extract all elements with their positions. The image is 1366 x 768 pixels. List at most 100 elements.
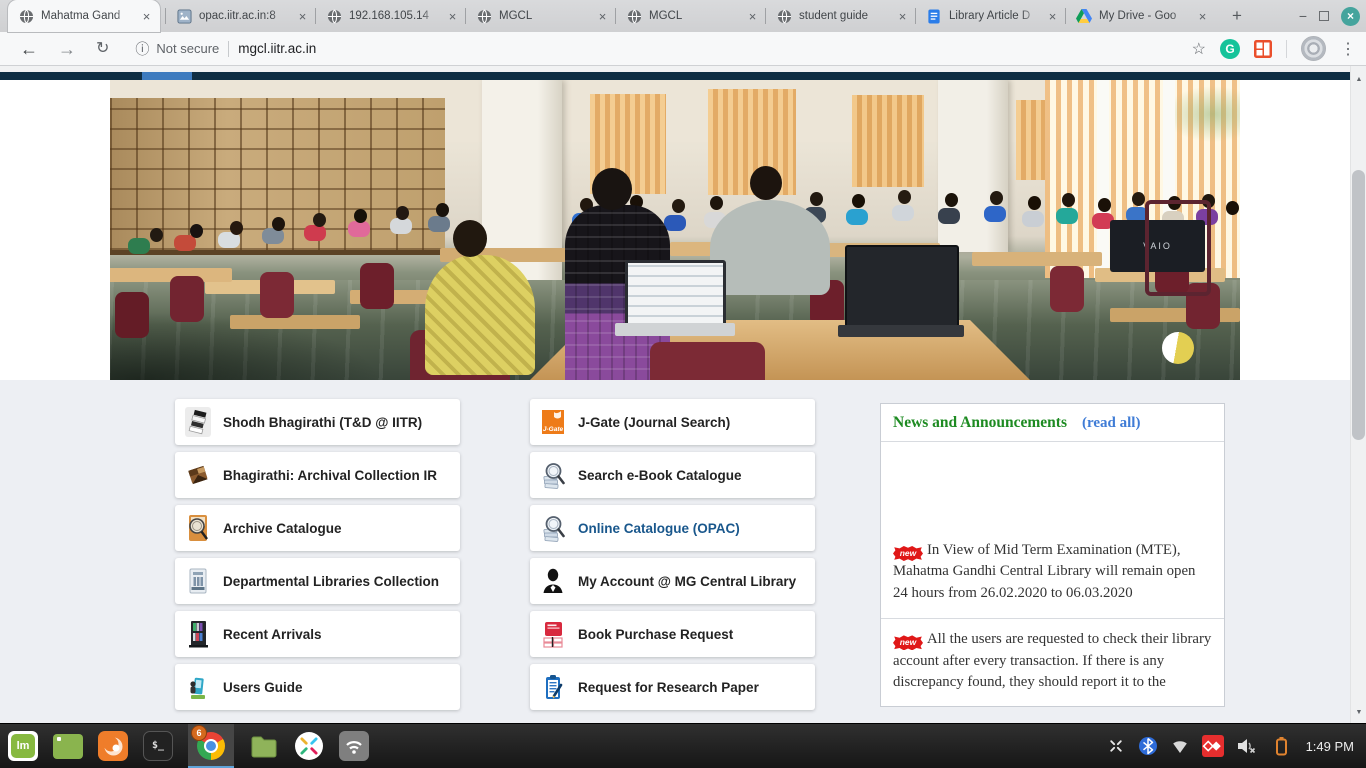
tab-mgcl-2[interactable]: MGCL ×: [616, 0, 766, 32]
address-bar-url[interactable]: mgcl.iitr.ac.in: [238, 41, 316, 56]
news-title: News and Announcements: [893, 414, 1067, 432]
slack-tray-icon[interactable]: [1106, 736, 1126, 756]
quick-link-recent-arrivals[interactable]: Recent Arrivals: [175, 611, 460, 657]
file-manager-icon[interactable]: [249, 732, 279, 760]
gdocs-icon: [926, 8, 942, 24]
tab-close-icon[interactable]: ×: [745, 9, 760, 24]
photo-empty-chair: [1145, 200, 1211, 296]
tab-close-icon[interactable]: ×: [295, 9, 310, 24]
quick-link-departmental-libraries[interactable]: Departmental Libraries Collection: [175, 558, 460, 604]
bookmark-star-icon[interactable]: ☆: [1192, 39, 1206, 59]
tab-close-icon[interactable]: ×: [895, 9, 910, 24]
taskbar-clock[interactable]: 1:49 PM: [1306, 739, 1354, 754]
url-separator: [228, 41, 229, 57]
volume-muted-icon[interactable]: [1236, 735, 1258, 757]
site-nav-bar[interactable]: [0, 72, 1350, 80]
chrome-taskbar-active[interactable]: 6: [188, 724, 234, 768]
tab-close-icon[interactable]: ×: [445, 9, 460, 24]
quick-link-opac[interactable]: Online Catalogue (OPAC): [530, 505, 815, 551]
forward-icon[interactable]: →: [58, 34, 76, 64]
user-icon: [540, 566, 566, 596]
scrollbar-up-icon[interactable]: ▲: [1351, 72, 1366, 88]
photo-student-head: [453, 220, 487, 257]
news-panel: News and Announcements (read all) newIn …: [880, 403, 1225, 707]
back-icon[interactable]: ←: [20, 34, 38, 64]
battery-icon[interactable]: [1270, 735, 1292, 757]
slack-icon[interactable]: [294, 731, 324, 761]
tab-library-article[interactable]: Library Article D ×: [916, 0, 1066, 32]
scrollbar-thumb[interactable]: [1352, 170, 1365, 440]
scrollbar-down-icon[interactable]: ▼: [1351, 705, 1366, 721]
news-item-text: In View of Mid Term Examination (MTE), M…: [893, 542, 1195, 601]
news-item-text: All the users are requested to check the…: [893, 631, 1211, 690]
news-header: News and Announcements (read all): [881, 404, 1224, 442]
site-nav-active-item[interactable]: [142, 72, 192, 80]
red-book-icon: [540, 619, 566, 649]
tab-student-guide[interactable]: student guide ×: [766, 0, 916, 32]
wifi-signal-icon[interactable]: [1170, 737, 1190, 755]
page-viewport: VAIO Shodh Bhagirathi (T&D @ IITR) Bhagi…: [0, 66, 1366, 723]
page-scrollbar[interactable]: ▲ ▼: [1350, 66, 1366, 723]
tab-my-drive[interactable]: My Drive - Goo ×: [1066, 0, 1216, 32]
archive-box-icon: [185, 460, 211, 490]
anydesk-icon[interactable]: [1202, 735, 1224, 757]
quick-link-book-purchase[interactable]: Book Purchase Request: [530, 611, 815, 657]
tab-opac[interactable]: opac.iitr.ac.in:8 ×: [166, 0, 316, 32]
quick-link-archive-catalogue[interactable]: Archive Catalogue: [175, 505, 460, 551]
restore-icon[interactable]: [1319, 11, 1329, 21]
firefox-icon[interactable]: [98, 731, 128, 761]
quick-link-ebook-catalogue[interactable]: Search e-Book Catalogue: [530, 452, 815, 498]
browser-toolbar: ← → ↻ ⓘ Not secure mgcl.iitr.ac.in ☆ G ⋮: [0, 32, 1366, 66]
globe-icon: [476, 8, 492, 24]
mint-menu-icon[interactable]: lm: [8, 731, 38, 761]
quick-link-jgate[interactable]: J-Gate J-Gate (Journal Search): [530, 399, 815, 445]
window-close-icon[interactable]: ×: [1341, 7, 1360, 26]
tab-title: student guide: [799, 10, 891, 22]
tab-close-icon[interactable]: ×: [595, 9, 610, 24]
quick-link-research-paper[interactable]: Request for Research Paper: [530, 664, 815, 710]
new-tab-button[interactable]: +: [1224, 5, 1250, 27]
bluetooth-icon[interactable]: [1138, 736, 1158, 756]
tab-close-icon[interactable]: ×: [139, 9, 154, 24]
browser-menu-icon[interactable]: ⋮: [1340, 39, 1356, 59]
quick-link-my-account[interactable]: My Account @ MG Central Library: [530, 558, 815, 604]
terminal-icon[interactable]: $_: [143, 731, 173, 761]
globe-icon: [626, 8, 642, 24]
quick-link-bhagirathi-archival[interactable]: Bhagirathi: Archival Collection IR: [175, 452, 460, 498]
tab-title: 192.168.105.14: [349, 10, 441, 22]
tab-close-icon[interactable]: ×: [1045, 9, 1060, 24]
read-all-link[interactable]: (read all): [1082, 415, 1140, 432]
chrome-badge: 6: [191, 725, 207, 741]
photo-student-head: [592, 168, 632, 210]
tab-title: Mahatma Gand: [41, 10, 135, 22]
browser-tab-strip: Mahatma Gand × opac.iitr.ac.in:8 × 192.1…: [0, 0, 1366, 32]
minimize-icon[interactable]: −: [1299, 9, 1307, 23]
quick-link-label: Users Guide: [223, 680, 303, 695]
quick-link-label: Archive Catalogue: [223, 521, 342, 536]
show-desktop-icon[interactable]: [53, 734, 83, 759]
tab-close-icon[interactable]: ×: [1195, 9, 1210, 24]
profile-avatar[interactable]: [1301, 36, 1326, 61]
network-tool-icon[interactable]: [339, 731, 369, 761]
bookshelf-icon: [185, 619, 211, 649]
extension-icon[interactable]: [1254, 40, 1272, 58]
globe-icon: [776, 8, 792, 24]
tab-mgcl-1[interactable]: MGCL ×: [466, 0, 616, 32]
quick-link-shodh-bhagirathi[interactable]: Shodh Bhagirathi (T&D @ IITR): [175, 399, 460, 445]
quick-link-label: Recent Arrivals: [223, 627, 322, 642]
toolbar-right-icons: ☆ G ⋮: [1192, 36, 1356, 61]
tab-ip-address[interactable]: 192.168.105.14 ×: [316, 0, 466, 32]
toolbar-divider: [1286, 40, 1287, 58]
library-photo: VAIO: [110, 80, 1240, 380]
site-security-info[interactable]: ⓘ Not secure mgcl.iitr.ac.in: [135, 39, 316, 59]
news-item: newIn View of Mid Term Examination (MTE)…: [881, 530, 1224, 618]
grammarly-extension-icon[interactable]: G: [1220, 39, 1240, 59]
tab-title: opac.iitr.ac.in:8: [199, 10, 291, 22]
tab-mahatma-gandhi[interactable]: Mahatma Gand ×: [8, 0, 160, 32]
reload-icon[interactable]: ↻: [96, 34, 109, 64]
tab-title: My Drive - Goo: [1099, 10, 1191, 22]
archive-search-icon: [185, 513, 211, 543]
quick-link-users-guide[interactable]: Users Guide: [175, 664, 460, 710]
photo-laptop-dark: [845, 245, 959, 329]
taskbar-launchers: lm $_ 6: [8, 724, 369, 768]
